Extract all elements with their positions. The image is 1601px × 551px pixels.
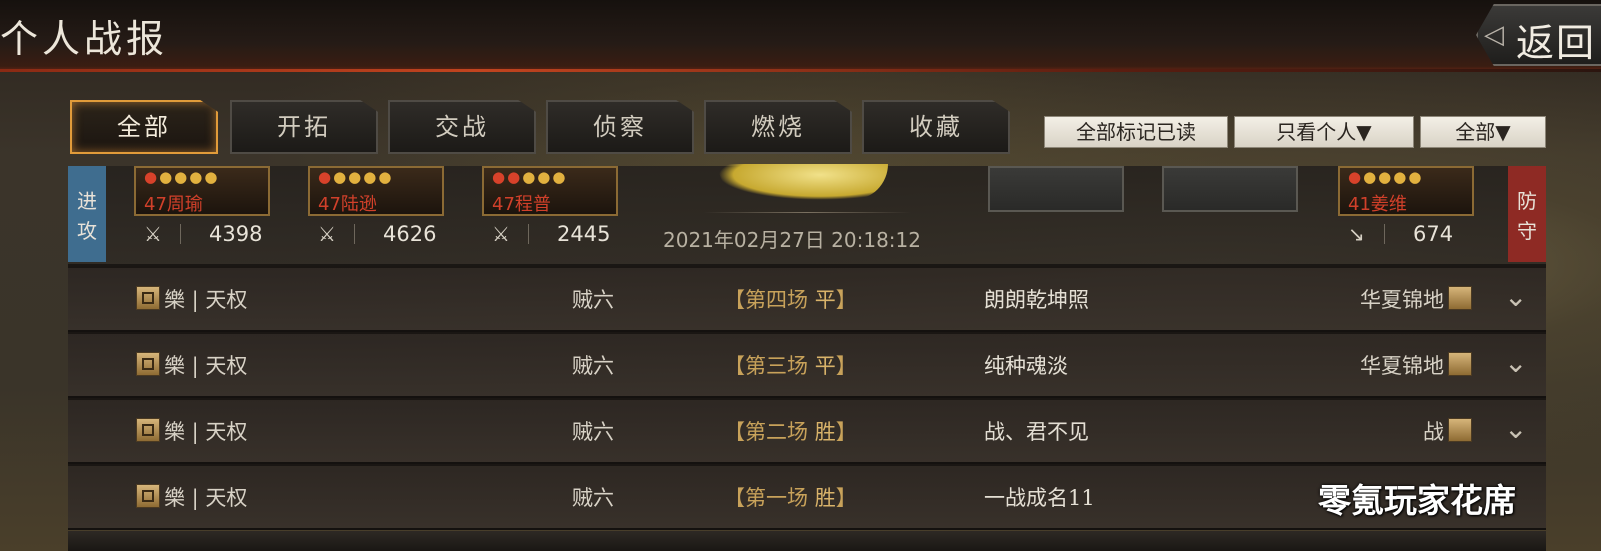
alliance-badge-icon <box>136 418 160 442</box>
battle-datetime: 2021年02月27日 20:18:12 <box>663 212 921 253</box>
star-rating: ●●●●● <box>1348 168 1424 186</box>
opponent-player-name: 朗朗乾坤照 <box>984 288 1089 312</box>
only-personal-dropdown[interactable]: 只看个人▼ <box>1234 116 1414 148</box>
star-rating: ●●●●● <box>318 168 394 186</box>
round-result: 【第三场 平】 <box>724 354 857 378</box>
opponent-player-name: 战、君不见 <box>984 420 1089 444</box>
mark-all-read-button[interactable]: 全部标记已读 <box>1044 116 1228 148</box>
alliance-badge-icon <box>136 352 160 376</box>
alliance-badge-icon <box>136 286 160 310</box>
round-result: 【第四场 平】 <box>724 288 857 312</box>
chevron-down-icon[interactable]: ⌄ <box>1504 412 1527 445</box>
tab-scout[interactable]: 侦察 <box>546 100 694 154</box>
battle-record-row[interactable]: 樂 | 天权 贼六 【第二场 胜】 战、君不见 战 ⌄ <box>68 398 1546 464</box>
defender-hero-card[interactable]: ●●●●● 41姜维 <box>1338 166 1474 216</box>
my-player-name: 贼六 <box>572 288 614 312</box>
crossed-swords-icon: ⚔ <box>144 222 162 246</box>
chevron-down-icon[interactable]: ⌄ <box>1504 346 1527 379</box>
attacker-hero-card[interactable]: ●●●●● 47陆逊 <box>308 166 444 216</box>
opponent-alliance-name: 华夏锦地 <box>1360 354 1444 378</box>
tab-favorites[interactable]: 收藏 <box>862 100 1010 154</box>
opponent-player-name: 一战成名11 <box>984 486 1095 510</box>
my-alliance-name: 樂 | 天权 <box>164 354 248 378</box>
alliance-badge-icon <box>1448 286 1472 310</box>
top-bar: 个人战报 ◁ 返回 <box>0 0 1601 72</box>
star-rating: ●●●●● <box>492 168 568 186</box>
my-alliance-name: 樂 | 天权 <box>164 288 248 312</box>
hero-level-name: 41姜维 <box>1348 194 1407 215</box>
tab-explore[interactable]: 开拓 <box>230 100 378 154</box>
hero-level-name: 47程普 <box>492 194 551 215</box>
opponent-alliance-name: 战 <box>1423 420 1444 444</box>
round-result: 【第一场 胜】 <box>724 486 857 510</box>
my-alliance-name: 樂 | 天权 <box>164 486 248 510</box>
empty-defender-slot <box>1162 166 1298 212</box>
page-title: 个人战报 <box>0 17 169 61</box>
attacker-troops: ⚔ 4398 <box>144 222 263 246</box>
alliance-badge-icon <box>1448 418 1472 442</box>
alliance-badge-icon <box>136 484 160 508</box>
attacker-troops: ⚔ 2445 <box>492 222 611 246</box>
attack-side-tag: 进攻 <box>68 166 106 262</box>
crossed-swords-icon: ⚔ <box>318 222 336 246</box>
opponent-alliance-name: 华夏锦地 <box>1360 288 1444 312</box>
star-rating: ●●●●● <box>144 168 220 186</box>
my-player-name: 贼六 <box>572 420 614 444</box>
back-button[interactable]: ◁ 返回 <box>1476 4 1601 66</box>
victory-emblem <box>718 164 888 200</box>
sword-down-icon: ↘ <box>1348 222 1365 246</box>
battle-record-row[interactable]: 樂 | 天权 贼六 【第三场 平】 纯种魂淡 华夏锦地 ⌄ <box>68 332 1546 398</box>
empty-defender-slot <box>988 166 1124 212</box>
battle-record-row[interactable]: 樂 | 天权 贼六 【第四场 平】 朗朗乾坤照 华夏锦地 ⌄ <box>68 266 1546 332</box>
next-row-edge <box>68 531 1546 551</box>
chevron-down-icon[interactable]: ⌄ <box>1504 280 1527 313</box>
my-alliance-name: 樂 | 天权 <box>164 420 248 444</box>
hero-level-name: 47周瑜 <box>144 194 203 215</box>
alliance-badge-icon <box>1448 352 1472 376</box>
attacker-hero-card[interactable]: ●●●●● 47周瑜 <box>134 166 270 216</box>
tab-battle[interactable]: 交战 <box>388 100 536 154</box>
back-button-label: 返回 <box>1516 21 1597 65</box>
all-filter-dropdown[interactable]: 全部▼ <box>1420 116 1546 148</box>
attacker-hero-card[interactable]: ●●●●● 47程普 <box>482 166 618 216</box>
my-player-name: 贼六 <box>572 354 614 378</box>
tab-all[interactable]: 全部 <box>70 100 218 154</box>
battle-summary-row[interactable]: 进攻 ●●●●● 47周瑜 ⚔ 4398 ●●●●● 47陆逊 ⚔ 4626 ●●●… <box>68 164 1546 266</box>
back-arrow-icon: ◁ <box>1484 20 1504 50</box>
round-result: 【第二场 胜】 <box>724 420 857 444</box>
hero-level-name: 47陆逊 <box>318 194 377 215</box>
defend-side-tag: 防守 <box>1508 166 1546 262</box>
my-player-name: 贼六 <box>572 486 614 510</box>
crossed-swords-icon: ⚔ <box>492 222 510 246</box>
tab-burn[interactable]: 燃烧 <box>704 100 852 154</box>
attacker-troops: ⚔ 4626 <box>318 222 437 246</box>
watermark-text: 零氪玩家花席 <box>1318 481 1516 520</box>
defender-troops: ↘ 674 <box>1348 222 1454 246</box>
opponent-player-name: 纯种魂淡 <box>984 354 1068 378</box>
